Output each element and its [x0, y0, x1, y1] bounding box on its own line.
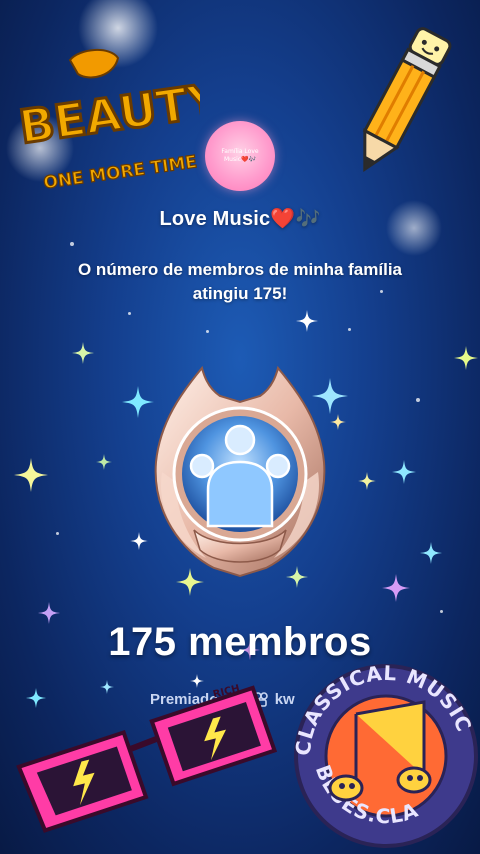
- blues-music-sticker: CLASSICAL MUSIC BLUES.CLA: [292, 661, 478, 848]
- family-members-badge: [154, 365, 326, 578]
- announcement-text: O número de membros de minha família ati…: [77, 260, 403, 303]
- glasses-sticker: RICH: [16, 683, 278, 833]
- family-avatar-text: Família Love Music❤️🎶: [221, 148, 259, 163]
- family-name: Love Music❤️🎶: [159, 208, 321, 230]
- beauty-word: BEAUTY: [16, 72, 200, 154]
- family-avatar[interactable]: Família Love Music❤️🎶: [205, 121, 275, 191]
- pencil-sticker: [362, 27, 452, 173]
- beauty-sticker: BEAUTY ONE MORE TIME: [14, 49, 200, 194]
- lips-icon: [68, 49, 120, 79]
- beauty-subtitle: ONE MORE TIME: [42, 152, 198, 193]
